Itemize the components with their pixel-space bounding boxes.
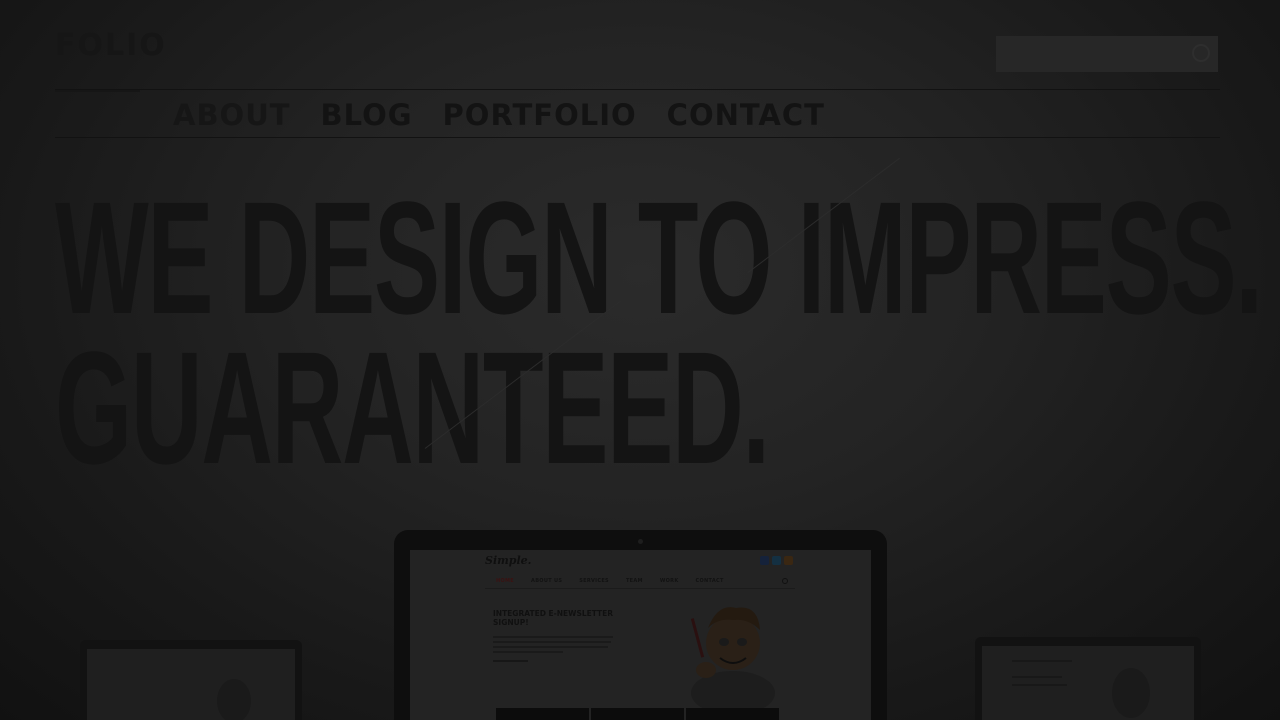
mini-site-heading: INTEGRATED E-NEWSLETTER SIGNUP! <box>493 609 614 627</box>
main-nav: ABOUT BLOG PORTFOLIO CONTACT <box>173 98 825 132</box>
mini-social-icons <box>760 556 793 565</box>
tablet-illustration <box>217 679 251 720</box>
device-laptop: Simple. HOME ABOUT US SERVICES TEAM WORK… <box>394 530 887 720</box>
mini-nav-item: HOME <box>496 578 515 584</box>
search-icon[interactable] <box>1192 44 1210 62</box>
mini-site-body-text <box>493 636 618 656</box>
tablet-text-line <box>1012 660 1072 662</box>
laptop-screen: Simple. HOME ABOUT US SERVICES TEAM WORK… <box>410 550 871 720</box>
device-tablet-left <box>80 640 302 720</box>
nav-divider-bottom <box>55 137 1220 138</box>
mini-nav-item: ABOUT US <box>531 578 563 584</box>
mini-site-tiles <box>496 708 779 720</box>
nav-divider-top <box>55 89 1220 90</box>
device-tablet-right <box>975 637 1201 720</box>
tablet-text-line <box>1012 684 1067 686</box>
hero-headline-line2: GUARANTEED. <box>55 318 770 497</box>
mini-tile <box>496 708 589 720</box>
nav-item-blog[interactable]: BLOG <box>321 98 413 132</box>
mini-nav-item: WORK <box>659 578 679 584</box>
site-logo[interactable]: FOLIO <box>55 28 167 63</box>
page-root: FOLIO ABOUT BLOG PORTFOLIO CONTACT WE DE… <box>0 0 1280 720</box>
mini-site-logo: Simple. <box>485 554 532 567</box>
hero-headline-line1: WE DESIGN TO IMPRESS. <box>55 168 1263 347</box>
mini-tile <box>686 708 779 720</box>
mini-nav-item: TEAM <box>625 578 643 584</box>
nav-item-about[interactable]: ABOUT <box>173 98 291 132</box>
mini-site-more-link <box>493 660 528 662</box>
nav-item-portfolio[interactable]: PORTFOLIO <box>443 98 637 132</box>
rss-icon <box>784 556 793 565</box>
twitter-icon <box>772 556 781 565</box>
nav-item-contact[interactable]: CONTACT <box>667 98 825 132</box>
mini-site-nav: HOME ABOUT US SERVICES TEAM WORK CONTACT <box>496 578 724 584</box>
search-input[interactable] <box>996 36 1218 72</box>
facebook-icon <box>760 556 769 565</box>
tablet-illustration <box>1112 668 1150 718</box>
mascot-illustration <box>690 607 775 708</box>
mini-nav-item: CONTACT <box>695 578 724 584</box>
mini-nav-item: SERVICES <box>579 578 609 584</box>
mini-nav-divider <box>485 588 795 589</box>
tablet-screen <box>87 649 295 720</box>
tablet-text-line <box>1012 676 1062 678</box>
logo-underline <box>55 90 140 92</box>
camera-icon <box>638 539 643 544</box>
mini-tile <box>591 708 684 720</box>
tablet-screen <box>982 646 1194 720</box>
mini-search-icon <box>782 578 788 584</box>
